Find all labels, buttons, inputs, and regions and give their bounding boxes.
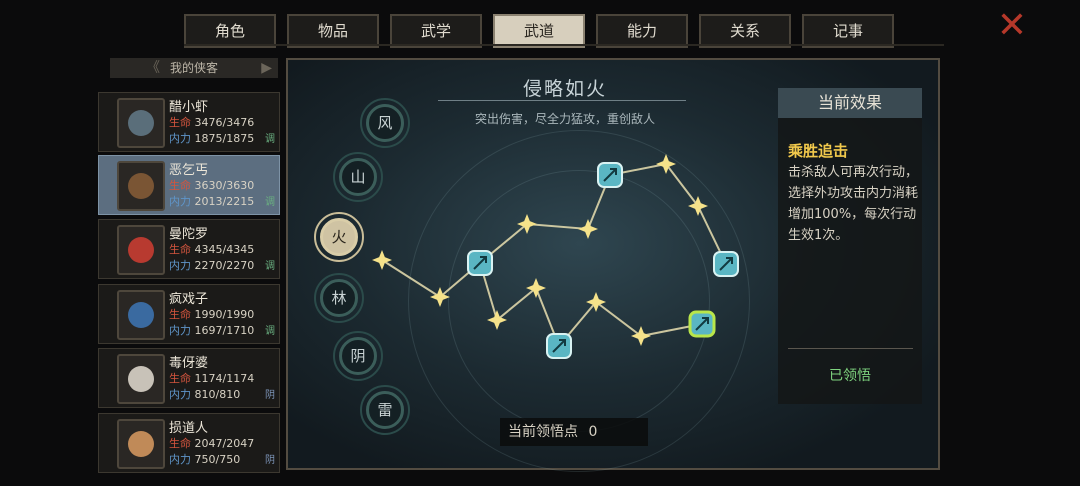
hero-tag: 调 <box>265 197 275 208</box>
star-node[interactable] <box>688 196 708 216</box>
avatar <box>117 98 165 148</box>
hero-mp: 内力 1875/1875 <box>169 132 255 145</box>
hero-card-selected[interactable]: 恶乞丐 生命 3630/3630 内力 2013/2215 调 <box>98 155 280 215</box>
hero-card[interactable]: 醋小虾 生命 3476/3476 内力 1875/1875 调 <box>98 92 280 152</box>
close-icon[interactable]: ✕ <box>994 8 1030 44</box>
hero-tag: 调 <box>265 261 275 272</box>
hero-name: 疯戏子 <box>169 292 209 307</box>
star-node[interactable] <box>631 326 651 346</box>
effect-status: 已领悟 <box>829 368 871 384</box>
hero-hp: 生命 4345/4345 <box>169 243 255 256</box>
hero-mp: 内力 750/750 <box>169 453 241 466</box>
hero-hp: 生命 3630/3630 <box>169 179 255 192</box>
tab-journal[interactable]: 记事 <box>802 14 894 48</box>
points-value: 0 <box>588 424 598 440</box>
hero-name: 损道人 <box>169 421 209 436</box>
effect-divider <box>788 348 913 349</box>
hero-hp: 生命 2047/2047 <box>169 437 255 450</box>
effect-description: 击杀敌人可再次行动，选择外功攻击内力消耗增加100%，每次行动生效1次。 <box>788 165 919 243</box>
hero-name: 曼陀罗 <box>169 227 209 242</box>
star-node[interactable] <box>656 154 676 174</box>
tab-martial-arts[interactable]: 武学 <box>390 14 482 48</box>
top-tab-bar: 角色 物品 武学 武道 能力 关系 记事 <box>184 14 894 48</box>
points-bar: 当前领悟点 0 <box>500 418 648 446</box>
hero-card[interactable]: 毒伢婆 生命 1174/1174 内力 810/810 阴 <box>98 348 280 408</box>
hero-hp: 生命 3476/3476 <box>169 116 255 129</box>
tab-martial-way[interactable]: 武道 <box>493 14 585 48</box>
tab-relations[interactable]: 关系 <box>699 14 791 48</box>
tab-character[interactable]: 角色 <box>184 14 276 48</box>
avatar <box>117 161 165 211</box>
star-node[interactable] <box>578 219 598 239</box>
star-node[interactable] <box>372 250 392 270</box>
hero-hp: 生命 1174/1174 <box>169 372 255 385</box>
hero-mp: 内力 2270/2270 <box>169 259 255 272</box>
avatar <box>117 419 165 469</box>
points-label: 当前领悟点 <box>508 424 578 440</box>
hero-tag: 调 <box>265 326 275 337</box>
tab-abilities[interactable]: 能力 <box>596 14 688 48</box>
chevron-right-icon[interactable]: ▶ <box>261 58 272 78</box>
hero-card[interactable]: 损道人 生命 2047/2047 内力 750/750 阴 <box>98 413 280 473</box>
effect-header: 当前效果 <box>778 88 922 118</box>
hero-mp: 内力 810/810 <box>169 388 241 401</box>
avatar <box>117 225 165 275</box>
chevron-left-icon: 《 <box>146 60 160 76</box>
hero-mp: 内力 2013/2215 <box>169 195 255 208</box>
hero-list-header: 《 我的侠客 ▶ <box>110 58 278 78</box>
avatar <box>117 354 165 404</box>
hero-hp: 生命 1990/1990 <box>169 308 255 321</box>
hero-card[interactable]: 疯戏子 生命 1990/1990 内力 1697/1710 调 <box>98 284 280 344</box>
hero-name: 恶乞丐 <box>169 163 209 178</box>
hero-tag: 阴 <box>265 455 275 466</box>
hero-tag: 阴 <box>265 390 275 401</box>
hero-name: 毒伢婆 <box>169 356 209 371</box>
hero-card[interactable]: 曼陀罗 生命 4345/4345 内力 2270/2270 调 <box>98 219 280 279</box>
tab-items[interactable]: 物品 <box>287 14 379 48</box>
hero-list-title: 我的侠客 <box>169 61 218 75</box>
effect-name: 乘胜追击 <box>788 142 849 160</box>
hero-mp: 内力 1697/1710 <box>169 324 255 337</box>
hero-name: 醋小虾 <box>169 100 209 115</box>
avatar <box>117 290 165 340</box>
hero-tag: 调 <box>265 134 275 145</box>
tab-divider <box>184 44 944 46</box>
